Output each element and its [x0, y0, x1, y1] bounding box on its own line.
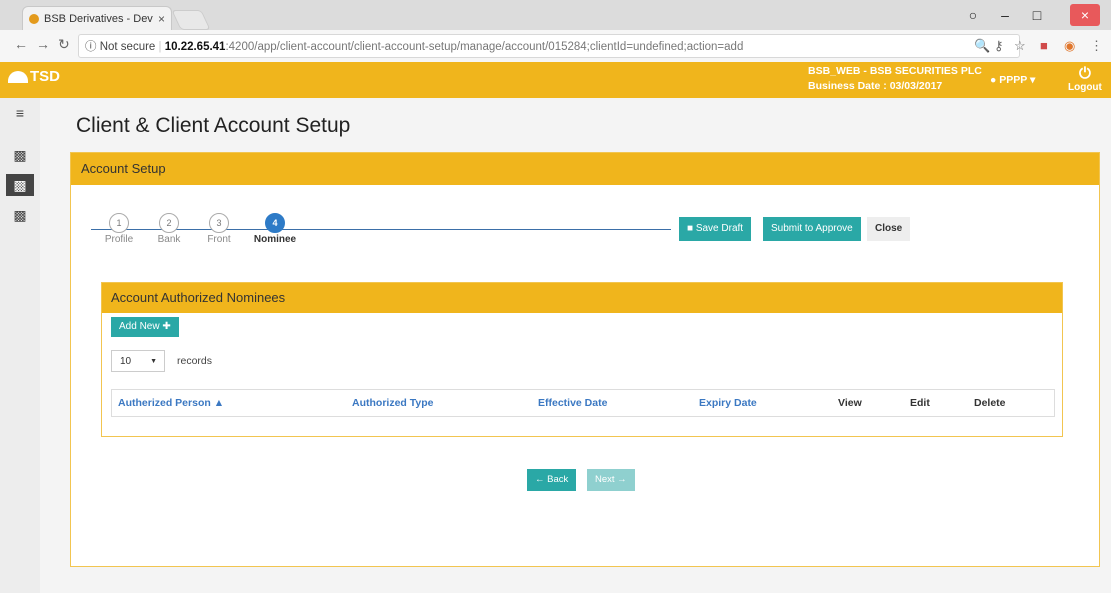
- open-folder-icon[interactable]: ▩: [6, 174, 34, 196]
- logout-button[interactable]: ⏻ Logout: [1068, 65, 1102, 94]
- maximize-button[interactable]: □: [1022, 4, 1052, 26]
- logo-icon: [8, 70, 28, 83]
- sidebar: ≡ ▩ ▩ ▩: [0, 98, 40, 593]
- close-button[interactable]: Close: [867, 217, 911, 241]
- app-header: TSD BSB_WEB - BSB SECURITIES PLC Busines…: [0, 62, 1111, 98]
- folder-icon[interactable]: ▩: [6, 144, 34, 166]
- add-new-button[interactable]: Add New ✚: [111, 317, 179, 337]
- org-info: BSB_WEB - BSB SECURITIES PLC Business Da…: [808, 64, 982, 94]
- step-label: Front: [207, 234, 231, 245]
- step-number: 3: [209, 213, 229, 233]
- logout-label: Logout: [1068, 82, 1102, 93]
- page-title: Client & Client Account Setup: [76, 114, 351, 137]
- arrow-right-icon: →: [614, 474, 627, 485]
- save-icon: ■: [687, 223, 696, 234]
- next-label: Next: [595, 474, 615, 485]
- new-tab-button[interactable]: [171, 10, 211, 30]
- profile-icon[interactable]: ○: [958, 4, 988, 26]
- step-label: Nominee: [253, 234, 297, 245]
- user-name: PPPP: [999, 74, 1028, 86]
- col-label: Autherized Person: [118, 397, 211, 409]
- key-icon[interactable]: ⚷: [994, 38, 1004, 54]
- power-icon: ⏻: [1079, 65, 1091, 82]
- user-menu[interactable]: ● PPPP ▾: [990, 74, 1035, 86]
- col-delete: Delete: [974, 397, 1006, 409]
- nominees-table-header: Autherized Person ▲ Authorized Type Effe…: [111, 389, 1055, 417]
- arrow-left-icon: ←: [535, 474, 548, 485]
- org-name: BSB_WEB - BSB SECURITIES PLC: [808, 65, 982, 77]
- favicon-icon: [29, 13, 39, 24]
- zoom-icon[interactable]: 🔍: [974, 38, 990, 54]
- page-size-select[interactable]: 10 ▼: [111, 350, 165, 372]
- back-arrow-icon[interactable]: ←: [14, 36, 28, 52]
- user-icon: ●: [990, 74, 997, 86]
- nominees-panel: Account Authorized Nominees Add New ✚ 10…: [101, 282, 1063, 437]
- save-draft-button[interactable]: ■ Save Draft: [679, 217, 752, 241]
- tab-title: BSB Derivatives - Dev: [44, 12, 153, 25]
- logo-text: TSD: [30, 68, 60, 85]
- col-authorized-type[interactable]: Authorized Type: [352, 397, 433, 409]
- forward-arrow-icon[interactable]: →: [36, 36, 50, 52]
- step-number: 2: [159, 213, 179, 233]
- menu-dots-icon[interactable]: ⋮: [1090, 38, 1103, 54]
- back-button[interactable]: ← Back: [527, 469, 577, 491]
- next-button[interactable]: Next →: [587, 469, 635, 491]
- col-view: View: [838, 397, 862, 409]
- extension-icon-2[interactable]: ◉: [1064, 38, 1075, 54]
- caret-down-icon: ▾: [1030, 74, 1036, 86]
- step-number: 1: [109, 213, 129, 233]
- business-date: Business Date : 03/03/2017: [808, 80, 943, 92]
- browser-tab-bar: BSB Derivatives - Dev × ○ – □ ×: [0, 0, 1111, 30]
- tab-close-icon[interactable]: ×: [158, 12, 165, 26]
- records-label: records: [177, 355, 213, 367]
- panel-header: Account Setup: [71, 153, 1099, 185]
- address-bar-row: ← → ↻ ⓘ Not secure | 10.22.65.41:4200/ap…: [0, 30, 1111, 63]
- hamburger-menu-icon[interactable]: ≡: [6, 102, 34, 124]
- reload-icon[interactable]: ↻: [58, 36, 70, 53]
- url-field[interactable]: ⓘ Not secure | 10.22.65.41:4200/app/clie…: [78, 34, 1020, 58]
- plus-icon: ✚: [162, 321, 171, 332]
- bookmark-star-icon[interactable]: ☆: [1014, 38, 1026, 54]
- step-nominee[interactable]: 4 Nominee: [245, 213, 305, 245]
- col-expiry-date[interactable]: Expiry Date: [699, 397, 757, 409]
- add-new-label: Add New: [119, 321, 160, 332]
- save-draft-label: Save Draft: [695, 223, 744, 234]
- dropdown-arrow-icon: ▼: [150, 358, 157, 365]
- security-label: Not secure: [99, 41, 156, 53]
- url-host: 10.22.65.41: [164, 41, 226, 53]
- submit-to-approve-button[interactable]: Submit to Approve: [763, 217, 861, 241]
- nominees-header: Account Authorized Nominees: [102, 283, 1062, 313]
- minimize-button[interactable]: –: [990, 4, 1020, 26]
- step-number: 4: [265, 213, 285, 233]
- account-setup-panel: Account Setup 1 Profile 2 Bank 3 Front 4…: [70, 152, 1100, 567]
- back-label: Back: [547, 474, 569, 485]
- folder-icon-2[interactable]: ▩: [6, 204, 34, 226]
- col-authorized-person[interactable]: Autherized Person ▲: [118, 397, 224, 409]
- info-icon: ⓘ: [85, 41, 100, 53]
- extension-icon[interactable]: ■: [1040, 38, 1048, 53]
- col-effective-date[interactable]: Effective Date: [538, 397, 607, 409]
- step-front[interactable]: 3 Front: [189, 213, 249, 245]
- sort-up-icon: ▲: [213, 397, 225, 409]
- url-path: :4200/app/client-account/client-account-…: [225, 41, 744, 53]
- page-size-value: 10: [120, 356, 132, 367]
- app-logo[interactable]: TSD: [8, 68, 60, 85]
- col-edit: Edit: [910, 397, 930, 409]
- browser-tab[interactable]: BSB Derivatives - Dev ×: [22, 6, 172, 30]
- close-window-button[interactable]: ×: [1070, 4, 1100, 26]
